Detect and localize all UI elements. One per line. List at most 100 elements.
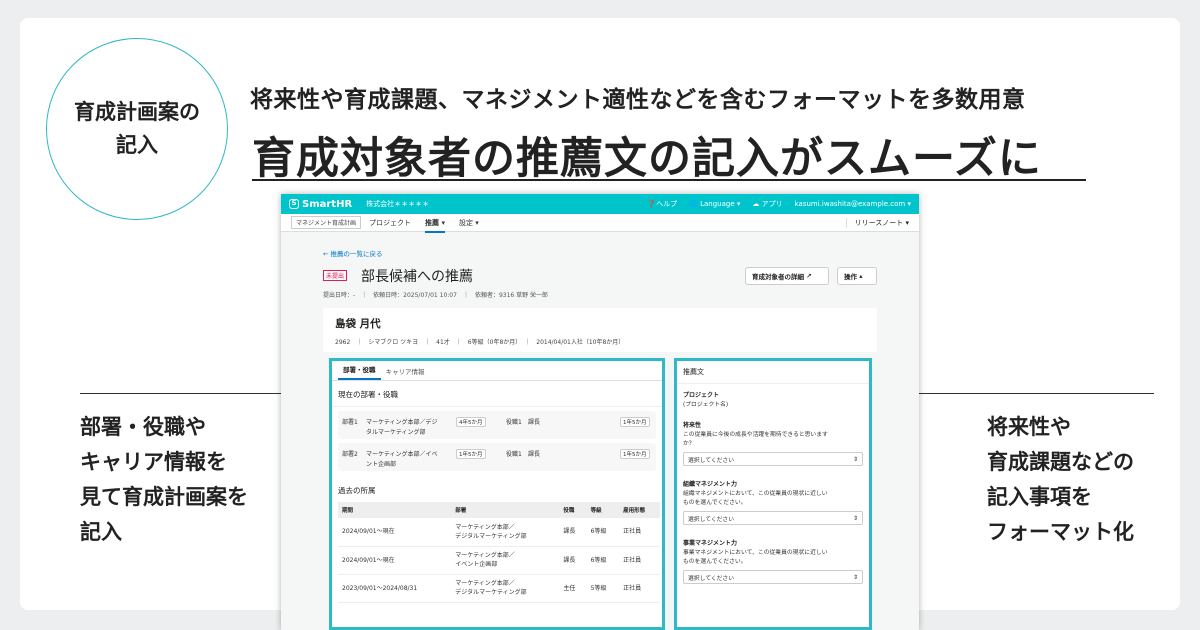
nav-bar: マネジメント育成計画 プロジェクト 推薦 ▾ 設定 ▾ リリースノート ▾ (281, 214, 919, 233)
chevron-down-icon: ▾ (441, 218, 445, 227)
logo-text: SmartHR (302, 198, 353, 210)
dept-label: 部署2 (342, 451, 358, 458)
left-callout-line: 記入 (80, 520, 122, 544)
chevron-down-icon: ▾ (905, 218, 909, 227)
apps-icon: ☁ (752, 200, 760, 208)
company-name: 株式会社＊＊＊＊＊ (366, 200, 430, 208)
arrow-left-icon: ← (323, 250, 329, 258)
cell-dept: マーケティング本部／ デジタルマーケティング部 (451, 574, 560, 603)
nav-recommend-label: 推薦 (425, 218, 440, 227)
cell-type: 正社員 (619, 546, 660, 575)
right-callout: 将来性や 育成課題などの 記入事項を フォーマット化 (987, 410, 1134, 550)
nav-settings[interactable]: 設定 ▾ (459, 218, 479, 228)
select-placeholder: 選択してください (688, 457, 735, 464)
left-callout: 部署・役職や キャリア情報を 見て育成計画案を 記入 (80, 410, 248, 550)
org-text: 組織マネジメントにおいて、この従業員の現状に近しい (683, 491, 828, 497)
tab-dept-role[interactable]: 部署・役職 (338, 364, 381, 380)
nav-project[interactable]: プロジェクト (369, 218, 411, 228)
role-label: 役職1 (506, 451, 522, 458)
smarthr-logo[interactable]: S SmartHR (289, 199, 352, 210)
select-arrow-icon: ⇕ (852, 573, 858, 581)
nav-settings-label: 設定 (458, 218, 473, 227)
future-label: 将来性 (683, 422, 702, 429)
cell-type: 正社員 (619, 518, 660, 547)
nav-release-notes[interactable]: リリースノート ▾ (845, 217, 909, 228)
cell-type: 正社員 (619, 574, 660, 603)
table-row: 2024/09/01〜現在 マーケティング本部／ デジタルマーケティング部 課長 … (338, 518, 660, 547)
detail-button-label: 育成対象者の詳細 (752, 273, 804, 281)
role-label: 役職1 (506, 419, 522, 426)
left-callout-line: 見て育成計画案を (80, 485, 248, 509)
help-label: ヘルプ (656, 200, 678, 208)
external-link-icon: ↗ (806, 272, 812, 280)
left-tabs: 部署・役職 キャリア情報 (332, 361, 662, 381)
table-row: 2023/09/01〜2024/08/31 マーケティング本部／ デジタルマーケテ… (338, 574, 660, 603)
future-select[interactable]: 選択してください ⇕ (683, 452, 863, 466)
cell-dept-line: イベント企画部 (455, 561, 498, 568)
back-link-label: 推薦の一覧に戻る (330, 250, 383, 258)
operations-button[interactable]: 操作 ▴ (837, 267, 877, 285)
status-badge: 未提出 (323, 270, 348, 281)
detail-button[interactable]: 育成対象者の詳細 ↗ (745, 267, 829, 285)
right-callout-line: フォーマット化 (987, 520, 1134, 544)
select-placeholder: 選択してください (688, 575, 735, 582)
right-callout-line: 育成課題などの (987, 450, 1134, 474)
left-panel: 部署・役職 キャリア情報 現在の部署・役職 部署1 マーケティング本部／デジ タ… (329, 358, 665, 630)
col-period: 期間 (338, 502, 452, 518)
cell-role: 主任 (559, 574, 587, 603)
col-role: 役職 (559, 502, 587, 518)
operations-button-label: 操作 (844, 273, 857, 281)
biz-text: 事業マネジメントにおいて、この従業員の現状に近しい (683, 550, 828, 556)
recommend-title: 推薦文 (677, 361, 869, 384)
language-menu[interactable]: 🌐 Language ▾ (689, 200, 740, 208)
left-callout-line: 部署・役職や (80, 415, 206, 439)
current-dept-title: 現在の部署・役職 (332, 381, 662, 407)
person-profile: 島袋 月代 2962 ｜ シマブクロ ツキヨ ｜ 41才 ｜ 6等級（0年8か月… (323, 308, 877, 352)
select-arrow-icon: ⇕ (852, 455, 858, 463)
biz-select[interactable]: 選択してください ⇕ (683, 570, 863, 584)
release-notes-label: リリースノート (854, 218, 904, 227)
col-grade: 等級 (586, 502, 620, 518)
apps-menu[interactable]: ☁ アプリ (752, 199, 782, 209)
tab-career[interactable]: キャリア情報 (381, 366, 430, 380)
meta-info: 提出日時：- ｜ 依頼日時：2025/07/01 10:07 ｜ 依頼者：931… (323, 292, 549, 299)
person-name: 島袋 月代 (335, 318, 381, 330)
biz-text: ものを選んでください。 (683, 559, 747, 565)
dept-name: マーケティング本部／イベ (366, 451, 438, 458)
globe-icon: 🌐 (689, 200, 698, 208)
table-header: 期間 部署 役職 等級 雇用形態 (338, 502, 660, 518)
project-label: プロジェクト (683, 392, 720, 399)
user-menu[interactable]: kasumi.iwashita@example.com ▾ (795, 200, 911, 208)
future-text: か？ (683, 441, 695, 447)
dept-name: マーケティング本部／デジ (366, 419, 438, 426)
chevron-down-icon: ▾ (475, 218, 479, 227)
role-tenure: 1年5か月 (620, 417, 650, 427)
cell-dept-line: マーケティング本部／ (455, 580, 515, 587)
nav-app-name[interactable]: マネジメント育成計画 (291, 216, 362, 229)
org-label: 組織マネジメント力 (683, 481, 738, 488)
biz-label: 事業マネジメント力 (683, 540, 738, 547)
help-link[interactable]: ❓ヘルプ (647, 199, 677, 209)
cell-period: 2024/09/01〜現在 (338, 518, 452, 547)
circle-line1: 育成計画案の (74, 100, 200, 125)
top-right-menu: ❓ヘルプ 🌐 Language ▾ ☁ アプリ kasumi.iwashita@… (647, 199, 911, 209)
back-link[interactable]: ← 推薦の一覧に戻る (323, 248, 383, 258)
chevron-up-icon: ▴ (859, 272, 863, 280)
nav-recommend[interactable]: 推薦 ▾ (425, 218, 445, 233)
org-select[interactable]: 選択してください ⇕ (683, 511, 863, 525)
dept-name: ント企画部 (366, 461, 397, 468)
cell-dept: マーケティング本部／ デジタルマーケティング部 (451, 518, 560, 547)
apps-label: アプリ (761, 200, 783, 208)
dept-row: 部署2 マーケティング本部／イベ ント企画部 1年5か月 役職1 課長 1年5か… (338, 443, 656, 471)
dept-tenure: 4年5か月 (456, 417, 486, 427)
dept-name: タルマーケティング部 (366, 429, 426, 436)
page-title: 部長候補への推薦 (361, 269, 473, 285)
user-email: kasumi.iwashita@example.com (794, 200, 906, 208)
right-panel: 推薦文 プロジェクト (プロジェクト名) 将来性 この従業員に今後の成長や活躍を… (674, 358, 872, 630)
project-value: (プロジェクト名) (683, 402, 729, 408)
cell-role: 課長 (559, 546, 587, 575)
person-info: 2962 ｜ シマブクロ ツキヨ ｜ 41才 ｜ 6等級（0年8か月） ｜ 20… (335, 339, 625, 346)
circle-line2: 記入 (116, 133, 158, 157)
chevron-down-icon: ▾ (736, 200, 741, 208)
cell-period: 2023/09/01〜2024/08/31 (338, 574, 452, 603)
